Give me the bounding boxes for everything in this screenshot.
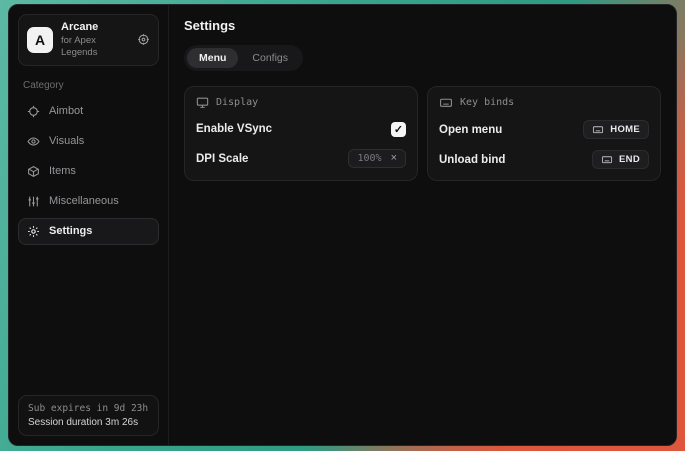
- sidebar-item-label: Aimbot: [49, 105, 83, 117]
- target-icon[interactable]: [137, 33, 150, 46]
- open-menu-row: Open menu HOME: [439, 120, 649, 139]
- main-content: Settings Menu Configs Display: [169, 5, 676, 445]
- open-menu-bind-button[interactable]: HOME: [583, 120, 649, 139]
- settings-cards: Display Enable VSync ✓ DPI Scale 100% ×: [184, 86, 661, 181]
- sidebar-spacer: [18, 245, 159, 396]
- unload-bind-row: Unload bind END: [439, 150, 649, 169]
- sidebar-item-miscellaneous[interactable]: Miscellaneous: [18, 188, 159, 215]
- unload-bind-button[interactable]: END: [592, 150, 649, 169]
- brand-text: Arcane for Apex Legends: [61, 21, 129, 59]
- tab-configs[interactable]: Configs: [240, 48, 300, 68]
- brand-card: A Arcane for Apex Legends: [18, 14, 159, 66]
- keybinds-card-title: Key binds: [460, 97, 514, 108]
- crosshair-icon: [27, 105, 40, 118]
- app-window: A Arcane for Apex Legends Category: [8, 4, 677, 446]
- vsync-checkbox[interactable]: ✓: [391, 122, 406, 137]
- sidebar-item-label: Items: [49, 165, 76, 177]
- display-card: Display Enable VSync ✓ DPI Scale 100% ×: [184, 86, 418, 181]
- sidebar-item-items[interactable]: Items: [18, 158, 159, 185]
- vsync-row: Enable VSync ✓: [196, 120, 406, 138]
- open-menu-key: HOME: [610, 124, 640, 135]
- subscription-card: Sub expires in 9d 23h Session duration 3…: [18, 395, 159, 436]
- sidebar-item-settings[interactable]: Settings: [18, 218, 159, 245]
- box-icon: [27, 165, 40, 178]
- keyboard-icon: [601, 154, 613, 165]
- check-icon: ✓: [394, 123, 403, 136]
- page-title: Settings: [184, 18, 661, 33]
- sliders-icon: [27, 195, 40, 208]
- sub-expiry-text: Sub expires in 9d 23h: [28, 403, 149, 414]
- display-card-title: Display: [216, 97, 258, 108]
- keyboard-icon: [439, 96, 453, 109]
- vsync-label: Enable VSync: [196, 123, 272, 135]
- eye-icon: [27, 135, 40, 148]
- unload-bind-key: END: [619, 154, 640, 165]
- app-logo: A: [27, 27, 53, 53]
- session-duration-text: Session duration 3m 26s: [28, 417, 149, 428]
- keybinds-card-header: Key binds: [439, 96, 649, 109]
- sidebar: A Arcane for Apex Legends Category: [9, 5, 169, 445]
- gear-icon: [27, 225, 40, 238]
- sidebar-item-label: Miscellaneous: [49, 195, 119, 207]
- clear-icon[interactable]: ×: [391, 153, 397, 164]
- display-card-header: Display: [196, 96, 406, 109]
- unload-bind-label: Unload bind: [439, 154, 505, 166]
- sidebar-item-label: Settings: [49, 225, 92, 237]
- app-name: Arcane: [61, 21, 129, 35]
- tab-menu[interactable]: Menu: [187, 48, 238, 68]
- sidebar-item-visuals[interactable]: Visuals: [18, 128, 159, 155]
- keybinds-card: Key binds Open menu HOME Unload bin: [427, 86, 661, 181]
- dpi-input[interactable]: 100% ×: [348, 149, 406, 168]
- monitor-icon: [196, 96, 209, 109]
- keyboard-icon: [592, 124, 604, 135]
- sidebar-nav: Aimbot Visuals Items: [18, 98, 159, 245]
- dpi-row: DPI Scale 100% ×: [196, 149, 406, 168]
- app-subtitle: for Apex Legends: [61, 35, 129, 59]
- dpi-value[interactable]: 100%: [357, 153, 381, 164]
- app-logo-letter: A: [35, 32, 45, 48]
- sidebar-item-aimbot[interactable]: Aimbot: [18, 98, 159, 125]
- tab-bar: Menu Configs: [184, 45, 303, 71]
- sidebar-item-label: Visuals: [49, 135, 84, 147]
- dpi-label: DPI Scale: [196, 153, 248, 165]
- category-label: Category: [23, 80, 154, 91]
- open-menu-label: Open menu: [439, 124, 502, 136]
